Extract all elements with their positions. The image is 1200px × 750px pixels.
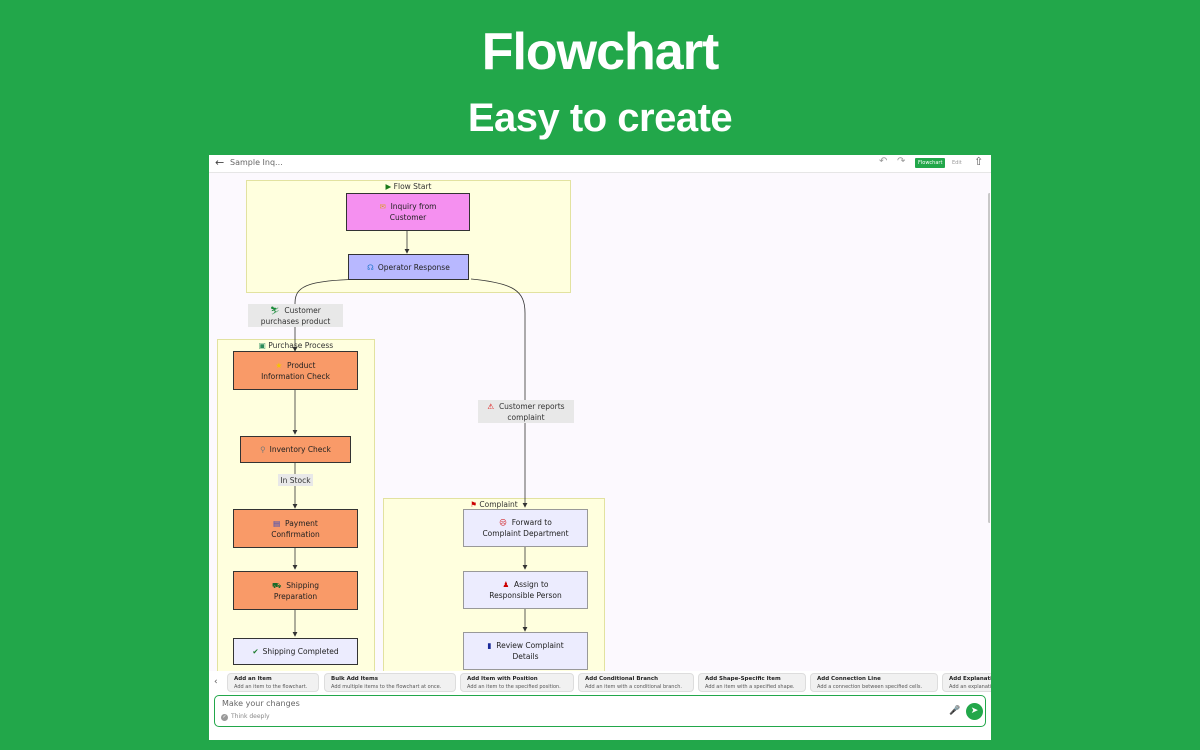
hero-subtitle: Easy to create	[467, 96, 733, 140]
flowchart-mode-button[interactable]: Flowchart	[915, 158, 946, 168]
top-bar: ← Sample Inq... ↶ ↷ Flowchart Edit ⇧	[209, 155, 991, 173]
credit-card-icon: ▤	[273, 518, 281, 528]
node-operator-response[interactable]: ☊ Operator Response	[348, 254, 469, 280]
chip-add-explanation[interactable]: Add ExplanationAdd an explanation	[942, 673, 991, 692]
node-inventory-check[interactable]: ⚲ Inventory Check	[240, 436, 351, 463]
node-shipping-completed[interactable]: ✔ Shipping Completed	[233, 638, 358, 665]
hero-title: Flowchart	[481, 23, 720, 81]
edge-label-customer-purchases: ⛷ Customer purchases product	[248, 304, 343, 327]
redo-icon[interactable]: ↷	[897, 156, 905, 167]
node-shipping-preparation[interactable]: ⛟ Shipping Preparation	[233, 571, 358, 610]
think-deeply-toggle[interactable]: ✓ Think deeply	[221, 713, 270, 721]
document-icon: ▮	[487, 641, 492, 650]
magnifier-icon: ⚲	[260, 445, 266, 454]
sad-face-icon: ☹	[499, 518, 507, 527]
chevron-left-icon[interactable]: ‹	[214, 677, 218, 687]
microphone-icon[interactable]: 🎤	[949, 706, 960, 716]
check-icon: ✓	[221, 714, 228, 721]
chat-input-box[interactable]: Make your changes ✓ Think deeply 🎤 ➤	[214, 695, 986, 727]
cart-icon: ⛷	[270, 305, 280, 315]
truck-icon: ⛟	[272, 580, 282, 590]
person-icon: ♟	[502, 580, 510, 589]
headset-icon: ☊	[367, 262, 374, 272]
vertical-scrollbar[interactable]	[988, 193, 990, 523]
check-circle-icon: ✔	[252, 647, 259, 656]
edge-label-in-stock: In Stock	[278, 474, 313, 486]
chip-add-an-item[interactable]: Add an Item Add an item to the flowchart.	[227, 673, 319, 692]
star-icon: ★	[275, 360, 283, 370]
envelope-icon: ✉	[379, 202, 386, 211]
alert-icon: ⚠	[487, 401, 495, 411]
chip-add-item-with-position[interactable]: Add Item with Position Add an item to the…	[460, 673, 574, 692]
edit-mode-button[interactable]: Edit	[949, 158, 965, 168]
suggestion-chips: ‹ Add an Item Add an item to the flowchar…	[209, 673, 991, 693]
node-review-complaint-details[interactable]: ▮ Review Complaint Details	[463, 632, 588, 670]
node-forward-to-complaint-department[interactable]: ☹ Forward to Complaint Department	[463, 509, 588, 547]
share-icon[interactable]: ⇧	[974, 155, 983, 168]
node-assign-to-responsible-person[interactable]: ♟ Assign to Responsible Person	[463, 571, 588, 609]
arrow-left-icon[interactable]: ←	[215, 156, 224, 169]
node-product-information-check[interactable]: ★ Product Information Check	[233, 351, 358, 390]
node-inquiry-from-customer[interactable]: ✉ Inquiry from Customer	[346, 193, 470, 231]
undo-icon[interactable]: ↶	[879, 156, 887, 167]
app-window: ← Sample Inq... ↶ ↷ Flowchart Edit ⇧ ▶ F…	[209, 155, 991, 740]
send-button[interactable]: ➤	[966, 703, 983, 720]
chat-input-field[interactable]: Make your changes	[222, 699, 300, 708]
flowchart-canvas[interactable]: ▶ Flow Start ▣ Purchase Process ⚑ Compla…	[209, 173, 990, 671]
edge-label-customer-reports-complaint: ⚠ Customer reports complaint	[478, 400, 574, 423]
edge-operator-forward	[470, 278, 528, 508]
chip-add-connection-line[interactable]: Add Connection Line Add a connection betw…	[810, 673, 938, 692]
node-payment-confirmation[interactable]: ▤ Payment Confirmation	[233, 509, 358, 548]
chip-add-conditional-branch[interactable]: Add Conditional Branch Add an item with a…	[578, 673, 694, 692]
chip-bulk-add-items[interactable]: Bulk Add Items Add multiple items to the …	[324, 673, 456, 692]
chip-add-shape-specific-item[interactable]: Add Shape-Specific Item Add an item with …	[698, 673, 806, 692]
document-title: Sample Inq...	[230, 158, 283, 167]
